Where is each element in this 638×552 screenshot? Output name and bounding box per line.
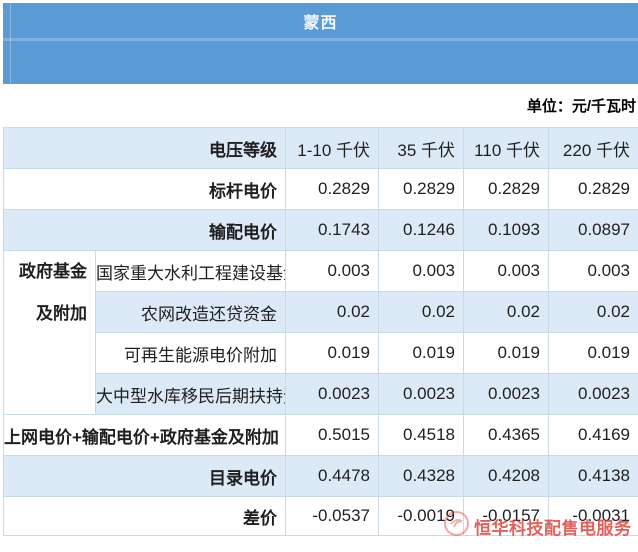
fund-subrow: 政府基金 及附加 国家重大水利工程建设基金 0.003 0.003 0.003 … xyxy=(4,251,638,292)
row-label: 目录电价 xyxy=(4,456,286,497)
value-cell: 0.4478 xyxy=(286,456,379,497)
value-cell: 0.4169 xyxy=(549,415,638,456)
unit-row: 单位：元/千瓦时 xyxy=(3,84,638,127)
value-cell: 0.02 xyxy=(464,292,549,333)
value-cell: 0.019 xyxy=(379,333,464,374)
value-cell: 0.02 xyxy=(286,292,379,333)
fund-label-line2: 及附加 xyxy=(4,293,87,335)
voltage-row-label: 电压等级 xyxy=(4,128,286,169)
row-label: 上网电价+输配电价+政府基金及附加 xyxy=(4,415,286,456)
row-label: 输配电价 xyxy=(4,210,286,251)
value-cell: 0.4208 xyxy=(464,456,549,497)
value-cell: 0.003 xyxy=(549,251,638,292)
value-cell: 0.019 xyxy=(286,333,379,374)
header-gridline xyxy=(10,3,11,84)
value-cell: 0.5015 xyxy=(286,415,379,456)
column-header: 220 千伏 xyxy=(549,128,638,169)
fund-subrow-label: 可再生能源电价附加 xyxy=(96,333,286,374)
total-price-row: 上网电价+输配电价+政府基金及附加 0.5015 0.4518 0.4365 0… xyxy=(4,415,638,456)
value-cell: 0.0023 xyxy=(464,374,549,415)
fund-subrow: 农网改造还贷资金 0.02 0.02 0.02 0.02 xyxy=(4,292,638,333)
value-cell: 0.019 xyxy=(464,333,549,374)
transmission-price-row: 输配电价 0.1743 0.1246 0.1093 0.0897 xyxy=(4,210,638,251)
fund-subrow-label: 国家重大水利工程建设基金 xyxy=(96,251,286,292)
diff-value-cell: -0.0019 xyxy=(379,497,464,536)
diff-value-cell: -0.0031 xyxy=(549,497,638,536)
diff-price-row: 差价 -0.0537 -0.0019 -0.0157 -0.0031 xyxy=(4,497,638,536)
catalog-price-row: 目录电价 0.4478 0.4328 0.4208 0.4138 xyxy=(4,456,638,497)
value-cell: 0.4365 xyxy=(464,415,549,456)
value-cell: 0.4328 xyxy=(379,456,464,497)
fund-subrow: 大中型水库移民后期扶持资金 0.0023 0.0023 0.0023 0.002… xyxy=(4,374,638,415)
unit-label: 单位：元/千瓦时 xyxy=(527,95,636,116)
price-table: 电压等级 1-10 千伏 35 千伏 110 千伏 220 千伏 标杆电价 0.… xyxy=(3,127,638,536)
diff-value-cell: -0.0157 xyxy=(464,497,549,536)
fund-subrow-label: 农网改造还贷资金 xyxy=(96,292,286,333)
price-sheet: 蒙西 单位：元/千瓦时 电压等级 1-10 千伏 35 千伏 110 千伏 22… xyxy=(3,3,638,536)
value-cell: 0.003 xyxy=(464,251,549,292)
value-cell: 0.2829 xyxy=(379,169,464,210)
value-cell: 0.1246 xyxy=(379,210,464,251)
region-title-bar: 蒙西 xyxy=(3,3,638,38)
row-label: 差价 xyxy=(4,497,286,536)
fund-subrow-label: 大中型水库移民后期扶持资金 xyxy=(96,374,286,415)
value-cell: 0.0023 xyxy=(379,374,464,415)
value-cell: 0.2829 xyxy=(549,169,638,210)
blue-band xyxy=(3,41,638,84)
value-cell: 0.0023 xyxy=(549,374,638,415)
fund-label-line1: 政府基金 xyxy=(4,251,87,293)
row-label: 标杆电价 xyxy=(4,169,286,210)
fund-subrow: 可再生能源电价附加 0.019 0.019 0.019 0.019 xyxy=(4,333,638,374)
region-title: 蒙西 xyxy=(303,9,337,33)
value-cell: 0.0897 xyxy=(549,210,638,251)
value-cell: 0.0023 xyxy=(286,374,379,415)
page: { "header": { "region": "蒙西", "unit": "单… xyxy=(0,0,638,552)
value-cell: 0.003 xyxy=(286,251,379,292)
value-cell: 0.4138 xyxy=(549,456,638,497)
fund-section-label: 政府基金 及附加 xyxy=(4,251,96,415)
value-cell: 0.02 xyxy=(549,292,638,333)
value-cell: 0.1093 xyxy=(464,210,549,251)
value-cell: 0.2829 xyxy=(286,169,379,210)
value-cell: 0.019 xyxy=(549,333,638,374)
diff-value-cell: -0.0537 xyxy=(286,497,379,536)
benchmark-price-row: 标杆电价 0.2829 0.2829 0.2829 0.2829 xyxy=(4,169,638,210)
voltage-header-row: 电压等级 1-10 千伏 35 千伏 110 千伏 220 千伏 xyxy=(4,128,638,169)
table-header-band: 蒙西 xyxy=(3,3,638,84)
value-cell: 0.02 xyxy=(379,292,464,333)
column-header: 35 千伏 xyxy=(379,128,464,169)
column-header: 110 千伏 xyxy=(464,128,549,169)
value-cell: 0.2829 xyxy=(464,169,549,210)
value-cell: 0.1743 xyxy=(286,210,379,251)
value-cell: 0.003 xyxy=(379,251,464,292)
value-cell: 0.4518 xyxy=(379,415,464,456)
column-header: 1-10 千伏 xyxy=(286,128,379,169)
